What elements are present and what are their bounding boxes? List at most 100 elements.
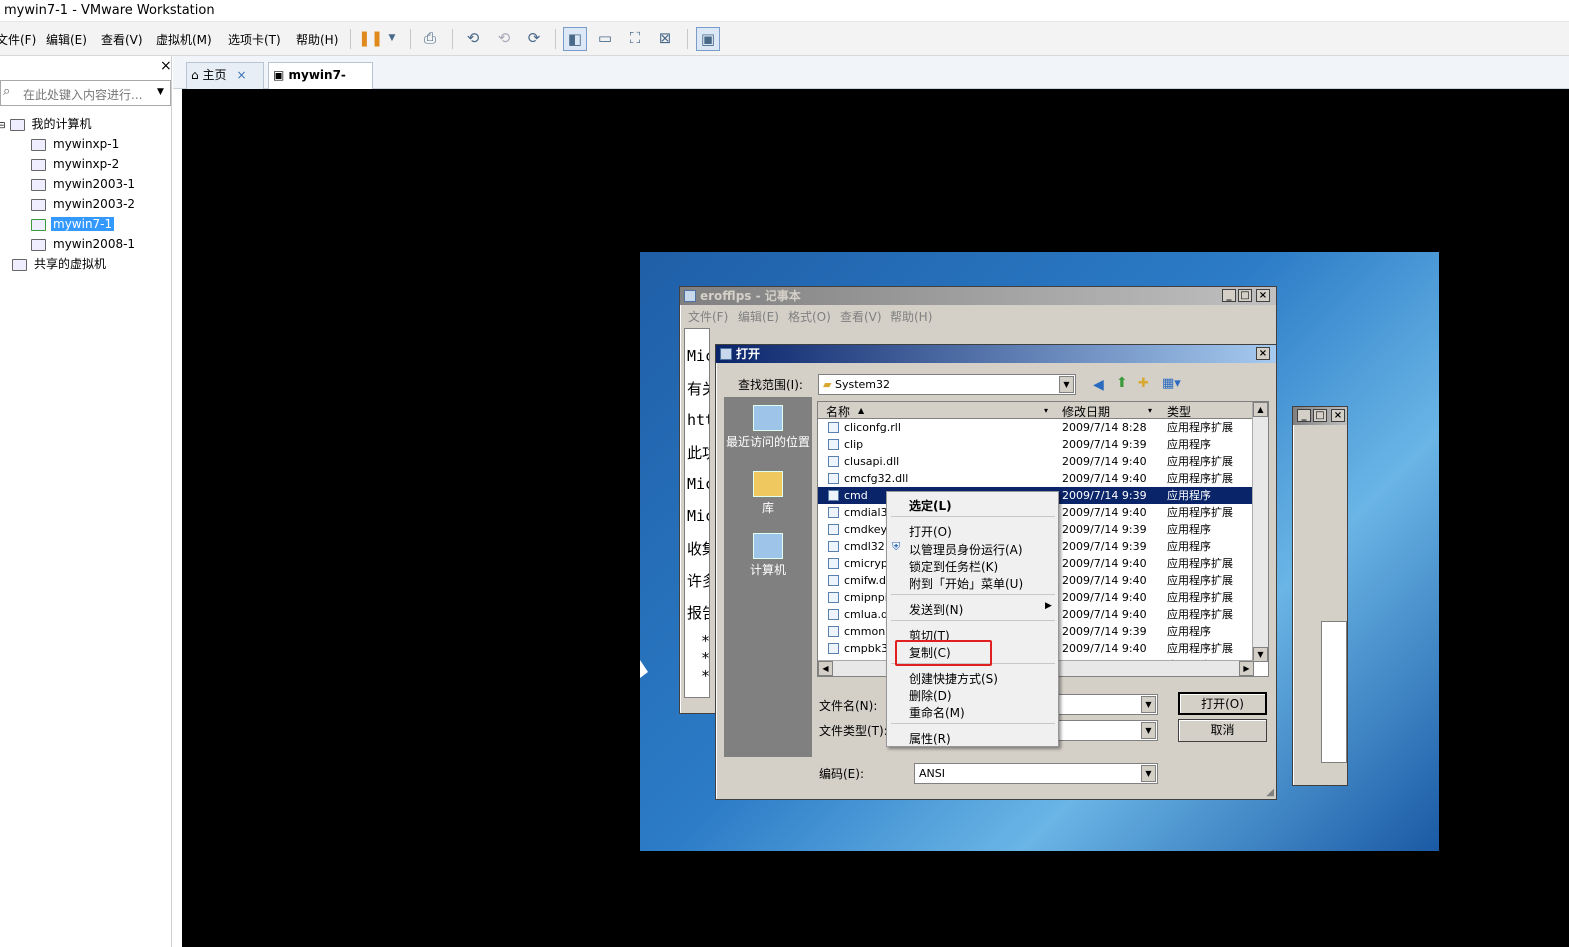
column-name[interactable]: 名称 [826,403,850,420]
menu-file[interactable]: 文件(F) [0,31,36,48]
chevron-down-icon[interactable]: ▼ [380,27,404,51]
notepad-text-area[interactable]: Micr 有关 http 此功 Micr Micr 收集 许多 报告 * * * [684,328,710,698]
ctx-send-to[interactable]: 发送到(N) [909,601,963,618]
close-icon[interactable]: × [1256,289,1270,302]
place-libraries[interactable]: 库 [724,471,812,516]
snapshot-icon[interactable]: ⟲ [461,27,485,51]
tree-item-vm[interactable]: mywin2003-2 [31,195,137,213]
maximize-icon[interactable]: □ [1313,409,1327,422]
unity-icon[interactable]: ⊠ [653,27,677,51]
column-date[interactable]: 修改日期 [1062,403,1110,420]
snapshot-manager-icon[interactable]: ⟳ [522,27,546,51]
vertical-scrollbar[interactable]: ▲ ▼ [1252,402,1268,662]
tree-item-my-computer[interactable]: ⊟ 我的计算机 [0,115,94,133]
file-type: 应用程序扩展 [1167,557,1233,570]
tab-mywin7-1[interactable]: ▣ mywin7-1× [268,62,373,107]
place-recent[interactable]: 最近访问的位置 [724,405,812,450]
ctx-properties[interactable]: 属性(R) [909,730,951,747]
revert-snapshot-icon[interactable]: ⟲ [492,27,516,51]
chevron-down-icon[interactable]: ▼ [1141,765,1156,782]
library-search-input[interactable]: ⌕ 在此处键入内容进行... ▼ [0,80,171,106]
np-menu-file[interactable]: 文件(F) [688,308,728,325]
ctx-pin-start[interactable]: 附到「开始」菜单(U) [909,575,1023,592]
place-computer[interactable]: 计算机 [724,533,812,578]
chevron-down-icon[interactable]: ▾ [1148,406,1152,415]
send-ctrl-alt-del-icon[interactable]: ⎙ [418,27,442,51]
ctx-delete[interactable]: 删除(D) [909,687,952,704]
tab-home[interactable]: ⌂ 主页 × [186,62,264,89]
chevron-down-icon[interactable]: ▼ [1141,722,1156,739]
tree-item-vm[interactable]: mywin2008-1 [31,235,137,253]
np-menu-format[interactable]: 格式(O) [788,308,831,325]
file-name: clip [844,438,864,451]
console-view-icon[interactable]: ▣ [696,27,720,51]
up-folder-icon[interactable]: ⬆ [1116,375,1128,391]
np-menu-view[interactable]: 查看(V) [840,308,882,325]
close-icon[interactable]: × [1331,409,1345,422]
home-icon: ⌂ [191,68,203,82]
file-icon [828,456,839,467]
ctx-open[interactable]: 打开(O) [909,523,952,540]
file-date: 2009/7/14 9:39 [1062,523,1147,536]
scroll-left-icon[interactable]: ◀ [818,661,833,676]
close-icon[interactable]: × [160,58,172,74]
np-menu-help[interactable]: 帮助(H) [890,308,932,325]
chevron-down-icon[interactable]: ▼ [1059,376,1074,393]
encoding-select[interactable]: ANSI ▼ [914,763,1158,784]
look-in-select[interactable]: ▰ System32 ▼ [818,374,1076,395]
file-type: 应用程序 [1167,625,1211,638]
ctx-rename[interactable]: 重命名(M) [909,704,965,721]
view-menu-icon[interactable]: ▦▾ [1162,376,1181,391]
menu-edit[interactable]: 编辑(E) [46,31,87,48]
menu-help[interactable]: 帮助(H) [296,31,338,48]
chevron-down-icon[interactable]: ▾ [1044,406,1048,415]
menu-tabs[interactable]: 选项卡(T) [228,31,281,48]
mouse-cursor-icon [640,660,648,678]
minimize-icon[interactable]: _ [1297,409,1311,422]
maximize-icon[interactable]: □ [1238,289,1252,302]
ctx-run-as-admin[interactable]: 以管理员身份运行(A) [909,541,1023,558]
tree-item-shared-vms[interactable]: 共享的虚拟机 [12,255,108,273]
new-folder-icon[interactable]: ✚ [1138,376,1149,391]
resize-grip-icon[interactable]: ◢ [1266,787,1274,798]
scroll-up-icon[interactable]: ▲ [1253,402,1268,417]
ctx-pin-taskbar[interactable]: 锁定到任务栏(K) [909,558,998,575]
vm-icon: ▣ [273,68,289,82]
menu-vm[interactable]: 虚拟机(M) [156,31,212,48]
thumbnail-bar-icon[interactable]: ▭ [593,27,617,51]
menu-view[interactable]: 查看(V) [101,31,143,48]
file-type: 应用程序 [1167,489,1211,502]
scroll-right-icon[interactable]: ▶ [1239,661,1254,676]
show-library-icon[interactable]: ◧ [563,27,587,51]
column-type[interactable]: 类型 [1167,403,1191,420]
ctx-create-shortcut[interactable]: 创建快捷方式(S) [909,670,998,687]
search-icon: ⌕ [3,84,11,99]
tree-item-vm-selected[interactable]: mywin7-1 [31,215,115,233]
background-window[interactable]: _ □ × [1292,406,1348,786]
file-date: 2009/7/14 9:39 [1062,540,1147,553]
file-row[interactable]: cmcfg32.dll 2009/7/14 9:40 应用程序扩展 [818,470,1254,487]
file-date: 2009/7/14 9:39 [1062,489,1147,502]
pause-icon[interactable]: ❚❚ [358,27,383,51]
full-screen-icon[interactable]: ⛶ [623,27,647,51]
tree-item-vm[interactable]: mywinxp-1 [31,135,121,153]
file-row[interactable]: clip 2009/7/14 9:39 应用程序 [818,436,1254,453]
minimize-icon[interactable]: _ [1222,289,1236,302]
back-icon[interactable]: ◀ [1093,377,1104,393]
cancel-button[interactable]: 取消 [1178,719,1267,742]
file-type: 应用程序扩展 [1167,472,1233,485]
open-button[interactable]: 打开(O) [1178,692,1267,715]
scroll-down-icon[interactable]: ▼ [1253,647,1268,662]
tree-item-vm[interactable]: mywinxp-2 [31,155,121,173]
chevron-down-icon[interactable]: ▼ [157,87,164,97]
file-icon [828,643,839,654]
tree-item-vm[interactable]: mywin2003-1 [31,175,137,193]
close-icon[interactable]: × [1256,347,1270,360]
chevron-down-icon[interactable]: ▼ [1141,696,1156,713]
file-row[interactable]: cliconfg.rll 2009/7/14 8:28 应用程序扩展 [818,419,1254,436]
ctx-select[interactable]: 选定(L) [909,497,952,514]
close-icon[interactable]: × [236,68,246,82]
recent-places-icon [753,405,783,431]
file-row[interactable]: clusapi.dll 2009/7/14 9:40 应用程序扩展 [818,453,1254,470]
np-menu-edit[interactable]: 编辑(E) [738,308,779,325]
